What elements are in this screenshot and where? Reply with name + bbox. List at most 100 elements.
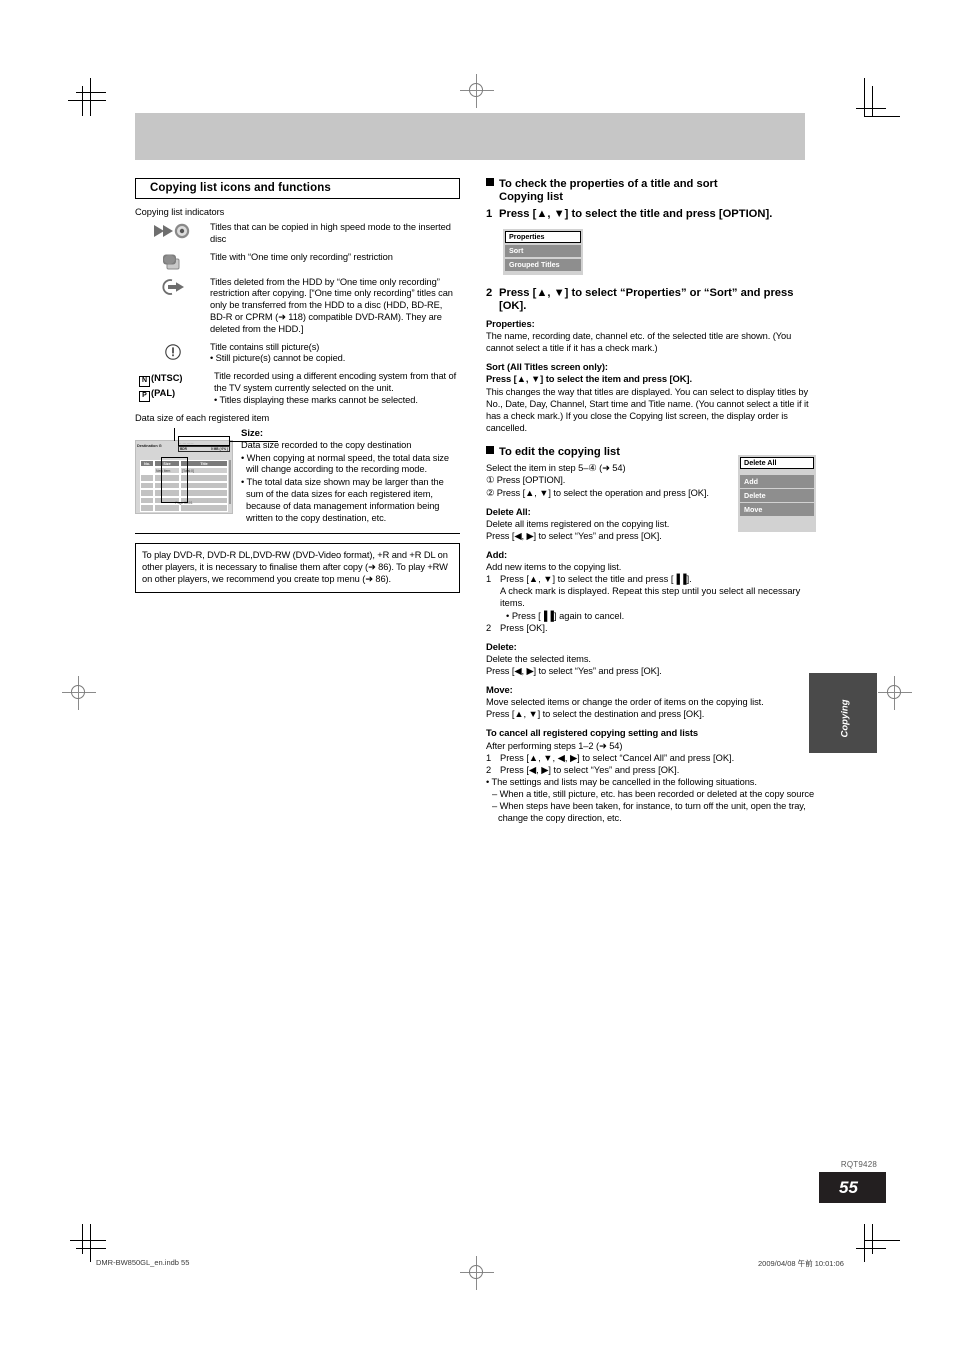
crop-mark-top-right	[848, 78, 900, 118]
indicator-text-ntsc-pal-sub: • Titles displaying these marks cannot b…	[214, 394, 418, 405]
option-menu-item-grouped-titles[interactable]: Grouped Titles	[505, 258, 581, 272]
option-menu-item-sort[interactable]: Sort	[505, 244, 581, 258]
section-title: Copying list icons and functions	[135, 178, 460, 199]
delete-description: Delete: Delete the selected items. Press…	[486, 641, 816, 677]
indicator-text-ntsc-pal-main: Title recorded using a different encodin…	[214, 371, 457, 393]
right-column: To check the properties of a title and s…	[486, 178, 816, 824]
add-step-2-text: Press [OK].	[500, 622, 548, 633]
size-heading: Size:	[241, 427, 263, 439]
left-column: Copying list icons and functions Copying…	[135, 178, 460, 593]
properties-description: Properties: The name, recording date, ch…	[486, 318, 816, 354]
page-header-band	[135, 113, 805, 160]
size-description: Size: Data size recorded to the copy des…	[241, 428, 460, 525]
cancel-step-2-text: Press [◀, ▶] to select “Yes” and press […	[500, 764, 680, 775]
properties-heading: Properties:	[486, 317, 535, 329]
add-step-1-text: Press [▲, ▼] to select the title and pre…	[500, 574, 692, 585]
indicator-text-high-speed: Titles that can be copied in high speed …	[210, 222, 451, 244]
edit-intro-step-1: ① Press [OPTION].	[486, 475, 566, 486]
move-description: Move: Move selected items or change the …	[486, 684, 816, 720]
edit-menu-item-delete[interactable]: Delete	[740, 489, 814, 502]
block-heading-line1: To check the properties of a title and s…	[499, 178, 718, 190]
ntsc-label-text: (NTSC)	[151, 373, 183, 384]
page-canvas: Copying RQT9428 55 DMR-BW850GL_en.indb 5…	[0, 0, 954, 1351]
indicator-row-one-time: Title with “One time only recording” res…	[135, 252, 460, 271]
sort-text: This changes the way that titles are dis…	[486, 386, 809, 433]
section-thumb-tab: Copying	[809, 673, 877, 753]
pal-label-text: (PAL)	[151, 388, 176, 399]
delete-all-heading: Delete All:	[486, 505, 531, 517]
finalise-note-box: To play DVD-R, DVD-R DL,DVD-RW (DVD-Vide…	[135, 543, 460, 593]
add-step-2-number: 2	[486, 622, 492, 633]
block-heading-check-properties: To check the properties of a title and s…	[486, 178, 816, 205]
rqt-code: RQT9428	[840, 1160, 877, 1169]
size-column-callout	[161, 456, 188, 503]
crop-mark-top-left	[68, 78, 108, 118]
section-divider	[135, 533, 460, 535]
cancel-all-dash: – When a title, still picture, etc. has …	[492, 788, 815, 799]
indicator-row-high-speed: Titles that can be copied in high speed …	[135, 222, 460, 246]
registration-mark-left	[62, 676, 96, 710]
footer-filename: DMR-BW850GL_en.indb 55	[96, 1258, 190, 1267]
cancel-all-heading: To cancel all registered copying setting…	[486, 727, 699, 739]
pal-label-line: P (PAL)	[139, 387, 183, 403]
add-steps: 1 Press [▲, ▼] to select the title and p…	[486, 573, 816, 633]
block-edit-copying-list: Delete All Add Delete Move To edit the c…	[486, 445, 816, 532]
cancel-all-intro: After performing steps 1–2 (➜ 54)	[486, 740, 623, 751]
sort-description: Sort (All Titles screen only): Press [▲,…	[486, 361, 816, 434]
indicator-text-still-picture-main: Title contains still picture(s)	[210, 341, 320, 352]
cancel-step-2-number: 2	[486, 764, 492, 775]
screen-table-row	[140, 504, 228, 512]
high-speed-copy-icon	[135, 222, 210, 239]
screen-meta-key: BDR	[180, 446, 187, 451]
indicator-text-move-hdd: Titles deleted from the HDD by “One time…	[210, 276, 453, 334]
cancel-step-1: 1 Press [▲, ▼, ◀, ▶] to select “Cancel A…	[486, 752, 816, 764]
screen-scrollbar	[228, 459, 231, 504]
cancel-step-1-number: 1	[486, 752, 492, 763]
block-heading-edit-copying-list: To edit the copying list	[486, 445, 738, 459]
edit-menu-item-add[interactable]: Add	[740, 475, 814, 488]
option-menu[interactable]: Properties Sort Grouped Titles	[503, 228, 583, 275]
total-size-callout	[178, 435, 230, 446]
indicator-row-ntsc-pal: N (NTSC) P (PAL) Title recorded using a di…	[135, 371, 460, 406]
add-step-2: 2 Press [OK].	[486, 622, 816, 634]
indicator-text-still-picture: Title contains still picture(s) • Still …	[210, 342, 460, 366]
cancel-all-notes: • The settings and lists may be cancelle…	[486, 776, 816, 824]
option-menu-item-properties[interactable]: Properties	[505, 230, 581, 244]
add-step-1-body: Press [▲, ▼] to select the title and pre…	[500, 573, 816, 621]
move-text: Move selected items or change the order …	[486, 697, 764, 708]
edit-intro-step-2-text: ② Press [▲, ▼] to select the operation a…	[486, 487, 709, 498]
delete-heading: Delete:	[486, 640, 517, 652]
cancel-step-1-text: Press [▲, ▼, ◀, ▶] to select “Cancel All…	[500, 752, 735, 763]
size-bullet: • When copying at normal speed, the tota…	[241, 452, 449, 475]
indicator-row-move-hdd: Titles deleted from the HDD by “One time…	[135, 277, 460, 336]
sort-heading: Sort (All Titles screen only):	[486, 361, 608, 373]
step-1-text: Press [▲, ▼] to select the title and pre…	[499, 207, 773, 220]
delete-text2: Press [◀, ▶] to select “Yes” and press […	[486, 666, 662, 676]
page-number: 55	[819, 1172, 886, 1203]
footer-timestamp: 2009/04/08 午前 10:01:06	[758, 1259, 844, 1268]
screen-meta-line2: BDR 0 MB ( 0% )	[178, 445, 230, 452]
step-1-number: 1	[486, 207, 493, 220]
cancel-all-dash: – When steps have been taken, for instan…	[492, 801, 806, 824]
indicators-lead: Copying list indicators	[135, 207, 225, 217]
callout-leader-horizontal	[230, 440, 278, 442]
block-heading-line2: Copying list	[499, 191, 564, 204]
add-step-1-number: 1	[486, 574, 492, 585]
registration-mark-bottom	[460, 1256, 494, 1290]
square-bullet-icon	[486, 445, 494, 454]
indicator-row-still-picture: Title contains still picture(s) • Still …	[135, 342, 460, 366]
square-bullet-icon	[486, 178, 494, 186]
cancel-all-steps: 1 Press [▲, ▼, ◀, ▶] to select “Cancel A…	[486, 752, 816, 776]
sort-subheading: Press [▲, ▼] to select the item and pres…	[486, 373, 692, 385]
edit-intro: Select the item in step 5–④ (➜ 54)	[486, 463, 626, 474]
add-description: Add: Add new items to the copying list.	[486, 549, 816, 573]
crop-mark-bottom-right	[848, 1222, 900, 1262]
crop-mark-bottom-left	[68, 1222, 108, 1262]
indicator-text-still-picture-sub: • Still picture(s) cannot be copied.	[210, 353, 346, 364]
edit-menu-item-delete-all[interactable]: Delete All	[740, 456, 814, 470]
screen-destination-label: Destination G	[137, 443, 162, 448]
properties-text: The name, recording date, channel etc. o…	[486, 331, 792, 354]
edit-menu-item-move[interactable]: Move	[740, 503, 814, 516]
ntsc-label-line: N (NTSC)	[139, 372, 183, 388]
edit-menu[interactable]: Delete All Add Delete Move	[738, 454, 816, 532]
